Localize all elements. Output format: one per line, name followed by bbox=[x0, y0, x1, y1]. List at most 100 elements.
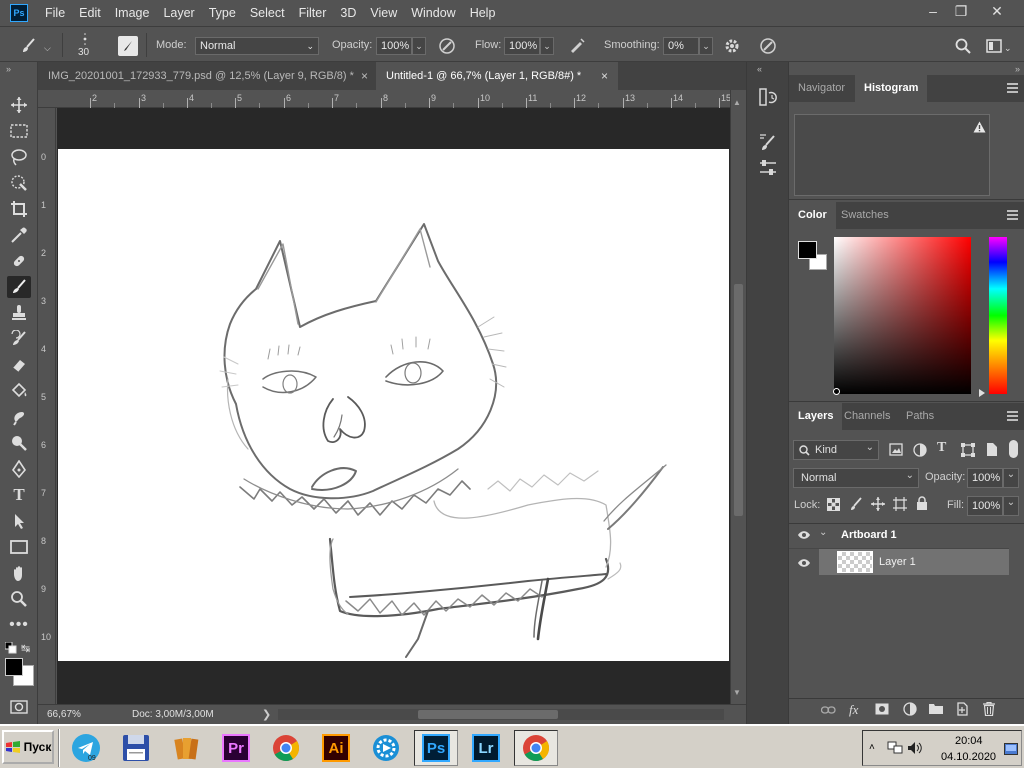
chrome-app-button[interactable] bbox=[264, 730, 308, 766]
layer-row-selected[interactable]: Layer 1 bbox=[819, 549, 1009, 575]
adjustment-layer-icon[interactable] bbox=[903, 702, 917, 719]
crop-tool-icon[interactable] bbox=[7, 198, 31, 220]
collapse-arrows-icon[interactable]: » bbox=[1015, 64, 1020, 74]
minimize-button[interactable]: – bbox=[918, 0, 948, 22]
panel-menu-icon[interactable] bbox=[1007, 210, 1018, 220]
expand-chevron-icon[interactable]: ⌄ bbox=[819, 527, 827, 538]
pressure-size-icon[interactable] bbox=[757, 35, 779, 57]
menu-window[interactable]: Window bbox=[411, 6, 455, 20]
floppy-app-button[interactable] bbox=[114, 730, 158, 766]
photoshop-app-button[interactable]: Ps bbox=[414, 730, 458, 766]
healing-brush-tool-icon[interactable] bbox=[7, 250, 31, 272]
hue-slider-handle[interactable] bbox=[979, 389, 985, 397]
filter-smart-object-icon[interactable] bbox=[985, 442, 998, 460]
fill-dropdown[interactable]: ⌄ bbox=[1003, 496, 1019, 516]
new-layer-icon[interactable] bbox=[956, 702, 969, 719]
status-menu-arrow-icon[interactable]: ❯ bbox=[262, 708, 271, 721]
foreground-color-swatch[interactable] bbox=[5, 658, 23, 676]
video-tool-app-button[interactable] bbox=[364, 730, 408, 766]
chevron-down-icon[interactable]: ⌵ bbox=[44, 43, 51, 54]
gear-icon[interactable] bbox=[721, 35, 743, 57]
menu-3d[interactable]: 3D bbox=[340, 6, 356, 20]
rectangle-tool-icon[interactable] bbox=[7, 536, 31, 558]
zoom-tool-icon[interactable] bbox=[7, 588, 31, 610]
layer-filter-kind-select[interactable]: Kind ⌄ bbox=[793, 440, 879, 460]
layer-name[interactable]: Layer 1 bbox=[879, 556, 916, 568]
lock-pixels-icon[interactable] bbox=[849, 497, 863, 514]
eyedropper-tool-icon[interactable] bbox=[7, 224, 31, 246]
hue-slider[interactable] bbox=[989, 237, 1007, 394]
tab-histogram[interactable]: Histogram bbox=[855, 75, 928, 102]
close-tab-icon[interactable]: × bbox=[361, 62, 368, 90]
pressure-opacity-icon[interactable] bbox=[436, 35, 458, 57]
pen-tool-icon[interactable] bbox=[7, 458, 31, 480]
close-window-button[interactable]: ✕ bbox=[982, 0, 1012, 22]
menu-type[interactable]: Type bbox=[209, 6, 236, 20]
vertical-scrollbar[interactable]: ▲ ▼ bbox=[730, 90, 746, 704]
layer-opacity-field[interactable]: 100% bbox=[967, 468, 1003, 488]
artboard-layer-row[interactable]: ⌄ Artboard 1 bbox=[789, 524, 1009, 548]
color-picker-field[interactable] bbox=[834, 237, 971, 394]
tray-expand-icon[interactable]: ˄ bbox=[869, 742, 875, 753]
flow-field[interactable]: 100% bbox=[504, 37, 540, 55]
close-tab-icon[interactable]: × bbox=[601, 62, 608, 90]
marquee-tool-icon[interactable] bbox=[7, 120, 31, 142]
tab-untitled-1[interactable]: Untitled-1 @ 66,7% (Layer 1, RGB/8#) * bbox=[376, 62, 618, 90]
filter-toggle-switch[interactable] bbox=[1009, 440, 1018, 458]
menu-edit[interactable]: Edit bbox=[79, 6, 101, 20]
brush-settings-icon[interactable] bbox=[758, 132, 778, 155]
zoom-level[interactable]: 66,67% bbox=[47, 709, 81, 720]
clock-date[interactable]: 04.10.2020 bbox=[941, 751, 996, 763]
clock-time[interactable]: 20:04 bbox=[955, 735, 983, 747]
brush-settings-panel-icon[interactable] bbox=[118, 36, 138, 56]
adjustments-sliders-icon[interactable] bbox=[758, 158, 778, 181]
scrollbar-thumb[interactable] bbox=[734, 284, 743, 516]
tab-color[interactable]: Color bbox=[789, 202, 836, 229]
hand-tool-icon[interactable] bbox=[7, 562, 31, 584]
menu-layer[interactable]: Layer bbox=[163, 6, 194, 20]
lock-transparent-icon[interactable] bbox=[827, 498, 840, 514]
collapse-arrows-icon[interactable]: « bbox=[757, 64, 762, 74]
quick-mask-icon[interactable] bbox=[7, 696, 31, 718]
illustrator-app-button[interactable]: Ai bbox=[314, 730, 358, 766]
color-foreground-swatch[interactable] bbox=[798, 241, 817, 259]
new-group-folder-icon[interactable] bbox=[929, 703, 944, 718]
flow-dropdown[interactable]: ⌄ bbox=[540, 37, 554, 55]
lock-position-icon[interactable] bbox=[871, 497, 885, 514]
mode-select[interactable]: Normal ⌄ bbox=[195, 37, 319, 55]
history-panel-icon[interactable] bbox=[758, 87, 778, 110]
start-button[interactable]: Пуск bbox=[2, 730, 54, 764]
tab-channels[interactable]: Channels bbox=[835, 403, 899, 430]
smoothing-field[interactable]: 0% bbox=[663, 37, 699, 55]
quick-selection-tool-icon[interactable] bbox=[7, 172, 31, 194]
filter-type-icon[interactable]: T bbox=[937, 440, 946, 456]
brush-tool-preset-icon[interactable] bbox=[18, 35, 40, 57]
blend-mode-select[interactable]: Normal ⌄ bbox=[793, 468, 919, 488]
menu-view[interactable]: View bbox=[370, 6, 397, 20]
eraser-tool-icon[interactable] bbox=[7, 354, 31, 376]
menu-image[interactable]: Image bbox=[115, 6, 150, 20]
link-layers-icon[interactable] bbox=[820, 705, 836, 718]
menu-file[interactable]: File bbox=[45, 6, 65, 20]
workspace-icon[interactable] bbox=[983, 35, 1005, 57]
filter-pixel-icon[interactable] bbox=[889, 443, 903, 459]
opacity-field[interactable]: 100% bbox=[376, 37, 412, 55]
default-colors-icon[interactable] bbox=[4, 641, 17, 657]
delete-layer-trash-icon[interactable] bbox=[983, 701, 995, 719]
archiver-app-button[interactable] bbox=[164, 730, 208, 766]
brush-tool-icon[interactable] bbox=[7, 276, 31, 298]
add-mask-icon[interactable] bbox=[875, 703, 889, 718]
opacity-dropdown[interactable]: ⌄ bbox=[412, 37, 426, 55]
tab-img-psd[interactable]: IMG_20201001_172933_779.psd @ 12,5% (Lay… bbox=[38, 62, 376, 90]
filter-shape-icon[interactable] bbox=[961, 443, 975, 460]
tab-swatches[interactable]: Swatches bbox=[832, 202, 898, 229]
filter-adjustment-icon[interactable] bbox=[913, 443, 927, 460]
chrome-2-app-button[interactable] bbox=[514, 730, 558, 766]
tab-navigator[interactable]: Navigator bbox=[789, 75, 854, 102]
volume-speaker-icon[interactable] bbox=[907, 741, 923, 758]
brush-size-value[interactable]: 30 bbox=[78, 47, 89, 58]
tab-paths[interactable]: Paths bbox=[897, 403, 943, 430]
show-desktop-icon[interactable] bbox=[1004, 743, 1018, 758]
network-icon[interactable] bbox=[887, 741, 903, 758]
layer-style-fx-icon[interactable]: fx bbox=[849, 702, 858, 718]
